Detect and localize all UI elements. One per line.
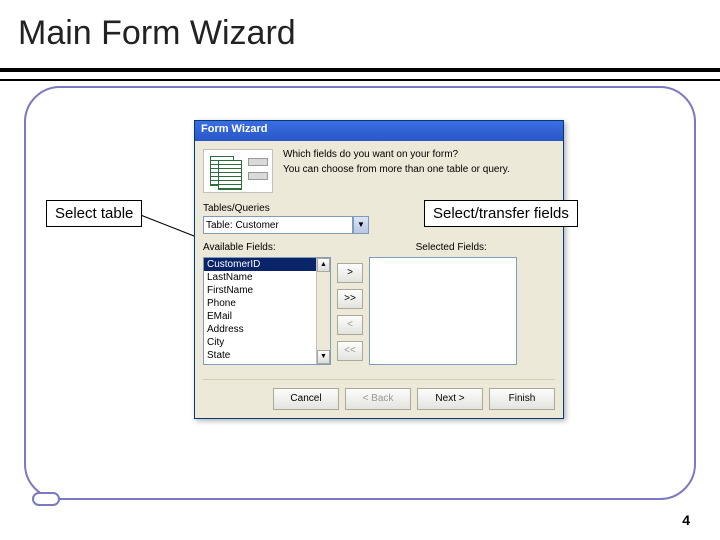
- slide-title: Main Form Wizard: [18, 14, 296, 53]
- list-item[interactable]: LastName: [204, 271, 330, 284]
- list-item[interactable]: Phone: [204, 297, 330, 310]
- scroll-up-icon[interactable]: ▲: [317, 258, 330, 272]
- wizard-msg-line2: You can choose from more than one table …: [283, 164, 510, 175]
- list-item[interactable]: State: [204, 349, 330, 362]
- frame-tab: [32, 492, 60, 506]
- move-all-left-button[interactable]: <<: [337, 341, 363, 361]
- page-number: 4: [682, 512, 690, 528]
- mid-rule: [0, 79, 720, 81]
- list-item[interactable]: EMail: [204, 310, 330, 323]
- callout-select-transfer: Select/transfer fields: [424, 200, 578, 227]
- wizard-message: Which fields do you want on your form? Y…: [283, 149, 510, 179]
- selected-fields-label: Selected Fields:: [416, 242, 487, 253]
- list-item[interactable]: City: [204, 336, 330, 349]
- form-wizard-dialog: Form Wizard Which fields do you want on …: [194, 120, 564, 419]
- scrollbar[interactable]: ▲ ▼: [316, 258, 330, 364]
- finish-button[interactable]: Finish: [489, 388, 555, 410]
- list-item[interactable]: Address: [204, 323, 330, 336]
- move-left-button[interactable]: <: [337, 315, 363, 335]
- titlebar: Form Wizard: [195, 121, 563, 141]
- scroll-down-icon[interactable]: ▼: [317, 350, 330, 364]
- cancel-button[interactable]: Cancel: [273, 388, 339, 410]
- tables-queries-input[interactable]: [203, 216, 353, 234]
- move-all-right-button[interactable]: >>: [337, 289, 363, 309]
- available-fields-label: Available Fields:: [203, 242, 276, 253]
- selected-fields-listbox[interactable]: [369, 257, 517, 365]
- chevron-down-icon[interactable]: ▼: [353, 216, 369, 234]
- list-item[interactable]: CustomerID: [204, 258, 330, 271]
- wizard-msg-line1: Which fields do you want on your form?: [283, 149, 510, 160]
- available-fields-listbox[interactable]: CustomerID LastName FirstName Phone EMai…: [203, 257, 331, 365]
- wizard-icon: [203, 149, 273, 193]
- next-button[interactable]: Next >: [417, 388, 483, 410]
- back-button[interactable]: < Back: [345, 388, 411, 410]
- callout-select-table: Select table: [46, 200, 142, 227]
- move-right-button[interactable]: >: [337, 263, 363, 283]
- top-rule: [0, 68, 720, 72]
- list-item[interactable]: FirstName: [204, 284, 330, 297]
